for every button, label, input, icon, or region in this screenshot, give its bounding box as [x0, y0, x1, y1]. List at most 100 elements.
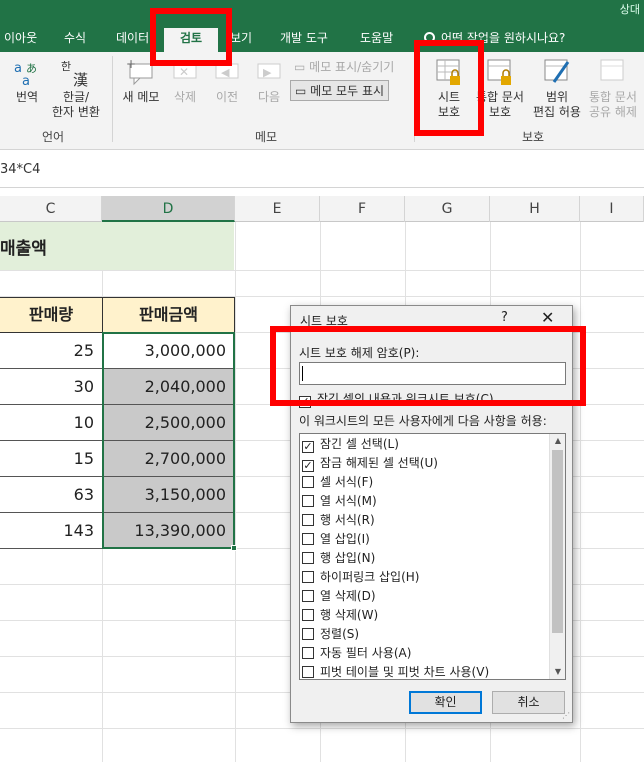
cell-qty[interactable]: 15	[0, 441, 103, 477]
option-format-columns[interactable]: 열 서식(M)	[302, 492, 377, 510]
new-comment-icon: +	[126, 57, 156, 88]
hanja-convert-button[interactable]: 한漢 한글/ 한자 변환	[46, 58, 106, 120]
option-sort[interactable]: 정렬(S)	[302, 625, 359, 643]
previous-memo-button[interactable]: ◀ 이전	[208, 58, 246, 105]
translate-button[interactable]: aあa 번역	[4, 58, 50, 105]
option-label: 행 삭제(W)	[320, 608, 379, 622]
ribbon-separator	[414, 56, 415, 142]
next-memo-button[interactable]: ▶ 다음	[250, 58, 288, 105]
option-insert-rows[interactable]: 행 삽입(N)	[302, 549, 375, 567]
cancel-button[interactable]: 취소	[492, 691, 565, 714]
option-label: 잠금 해제된 셀 선택(U)	[320, 456, 438, 470]
option-format-cells[interactable]: 셀 서식(F)	[302, 473, 373, 491]
tab-page-layout[interactable]: 이아웃	[0, 28, 41, 52]
header-cell-amount[interactable]: 판매금액	[102, 297, 235, 333]
delete-memo-button[interactable]: ✕ 삭제	[166, 58, 204, 105]
header-cell-qty[interactable]: 판매량	[0, 297, 103, 333]
cell-amount[interactable]: 2,040,000	[102, 369, 235, 405]
cell-qty[interactable]: 63	[0, 477, 103, 513]
fill-handle[interactable]	[231, 545, 237, 551]
previous-comment-icon: ◀	[212, 58, 242, 88]
new-memo-button[interactable]: + 새 메모	[118, 57, 164, 105]
cell-qty[interactable]: 10	[0, 405, 103, 441]
ribbon-tab-bar: 상대 이아웃 수식 데이터 검토 보기 개발 도구 도움말 어떤 작업을 원하시…	[0, 0, 644, 52]
cell-amount[interactable]: 2,500,000	[102, 405, 235, 441]
list-scrollbar[interactable]: ▲ ▼	[549, 434, 565, 679]
checkbox-icon	[302, 647, 314, 659]
password-input[interactable]	[299, 362, 566, 385]
cell-amount[interactable]: 3,150,000	[102, 477, 235, 513]
column-header-h[interactable]: H	[490, 196, 580, 222]
show-hide-memo-label: 메모 표시/숨기기	[309, 60, 395, 74]
scroll-up-icon[interactable]: ▲	[550, 434, 565, 448]
protect-workbook-label-1: 통합 문서	[476, 90, 524, 104]
ok-button[interactable]: 확인	[409, 691, 482, 714]
option-pivot[interactable]: 피벗 테이블 및 피벗 차트 사용(V)	[302, 663, 489, 679]
option-select-unlocked[interactable]: ✓ 잠금 해제된 셀 선택(U)	[302, 454, 438, 472]
option-label: 열 삭제(D)	[320, 589, 376, 603]
unshare-label-1: 통합 문서	[589, 90, 637, 104]
checkbox-icon	[302, 571, 314, 583]
column-header-f[interactable]: F	[320, 196, 405, 222]
column-header-d[interactable]: D	[102, 196, 235, 222]
help-icon[interactable]: ?	[501, 310, 508, 325]
option-delete-rows[interactable]: 행 삭제(W)	[302, 606, 378, 624]
option-autofilter[interactable]: 자동 필터 사용(A)	[302, 644, 411, 662]
option-select-locked[interactable]: ✓ 잠긴 셀 선택(L)	[302, 435, 399, 453]
cell-qty-total[interactable]: 143	[0, 513, 103, 549]
permissions-list[interactable]: ✓ 잠긴 셀 선택(L) ✓ 잠금 해제된 셀 선택(U) 셀 서식(F) 열 서식…	[299, 433, 566, 680]
protect-sheet-label-2: 보호	[437, 105, 461, 119]
cell-qty[interactable]: 30	[0, 369, 103, 405]
protect-contents-checkbox[interactable]: ✓ 잠긴 셀의 내용과 워크시트 보호(C)	[299, 390, 494, 408]
ribbon: aあa 번역 한漢 한글/ 한자 변환 언어 + 새 메모 ✕ 삭제 ◀ 이전 …	[0, 52, 644, 150]
formula-bar[interactable]: 34*C4	[0, 150, 644, 188]
checkbox-icon	[302, 609, 314, 621]
cell-amount[interactable]: 3,000,000	[102, 333, 235, 369]
tell-me-search[interactable]: 어떤 작업을 원하시나요?	[424, 28, 565, 48]
option-label: 정렬(S)	[320, 627, 360, 641]
cell-qty[interactable]: 25	[0, 333, 103, 369]
column-header-g[interactable]: G	[405, 196, 490, 222]
show-all-memos-button[interactable]: ▭ 메모 모두 표시	[290, 80, 390, 101]
gridline	[0, 728, 644, 729]
svg-text:✕: ✕	[179, 65, 189, 79]
allow-edit-ranges-button[interactable]: 범위 편집 허용	[530, 58, 584, 120]
protect-sheet-icon	[434, 58, 464, 88]
protect-workbook-button[interactable]: 통합 문서 보호	[472, 58, 528, 120]
comments-icon: ▭	[295, 84, 311, 98]
show-all-memos-label: 메모 모두 표시	[310, 84, 385, 98]
text-caret	[302, 366, 303, 381]
cell-amount[interactable]: 2,700,000	[102, 441, 235, 477]
option-insert-columns[interactable]: 열 삽입(I)	[302, 530, 370, 548]
protect-sheet-label-1: 시트	[437, 90, 461, 104]
option-format-rows[interactable]: 행 서식(R)	[302, 511, 375, 529]
option-label: 열 서식(M)	[320, 494, 377, 508]
hanja-icon: 한漢	[61, 58, 91, 89]
resize-grip-icon[interactable]: ⋰	[562, 711, 570, 720]
sheet-title[interactable]: 매출액	[0, 234, 47, 259]
protect-sheet-button[interactable]: 시트 보호	[426, 58, 472, 120]
tab-developer[interactable]: 개발 도구	[276, 28, 332, 52]
option-insert-hyperlinks[interactable]: 하이퍼링크 삽입(H)	[302, 568, 419, 586]
close-icon[interactable]: ✕	[541, 308, 554, 327]
svg-text:漢: 漢	[73, 71, 88, 88]
previous-label: 이전	[215, 90, 239, 104]
scroll-down-icon[interactable]: ▼	[550, 665, 565, 679]
cell-amount-total[interactable]: 13,390,000	[102, 513, 235, 549]
tab-view[interactable]: 보기	[226, 28, 256, 52]
option-delete-columns[interactable]: 열 삭제(D)	[302, 587, 376, 605]
column-header-i[interactable]: I	[580, 196, 644, 222]
show-hide-memo-button[interactable]: ▭ 메모 표시/숨기기	[294, 58, 394, 75]
tab-data[interactable]: 데이터	[112, 28, 153, 52]
user-name: 상대	[619, 3, 640, 16]
tab-review[interactable]: 검토	[164, 28, 218, 52]
tab-help[interactable]: 도움말	[356, 28, 397, 52]
checkbox-icon	[302, 628, 314, 640]
svg-text:한: 한	[61, 60, 71, 73]
formula-text: 34*C4	[0, 162, 41, 177]
tab-formulas[interactable]: 수식	[60, 28, 90, 52]
column-header-e[interactable]: E	[235, 196, 320, 222]
unshare-workbook-button[interactable]: 통합 문서 공유 해제	[584, 58, 642, 120]
column-header-c[interactable]: C	[0, 196, 102, 222]
scroll-thumb[interactable]	[552, 450, 563, 633]
